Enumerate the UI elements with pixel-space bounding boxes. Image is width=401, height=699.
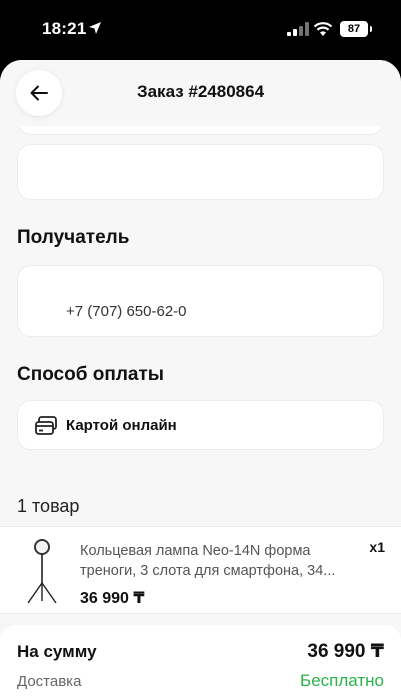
location-arrow-icon [89, 22, 101, 34]
header: Заказ #2480864 [0, 60, 401, 126]
recipient-title: Получатель [17, 227, 130, 248]
status-time: 18:21 [42, 19, 87, 38]
battery-indicator: 87 [340, 21, 372, 37]
payment-method-label: Картой онлайн [66, 417, 177, 434]
total-label: На сумму [17, 642, 97, 661]
items-count: 1 товар [17, 496, 80, 516]
page-title: Заказ #2480864 [136, 82, 265, 101]
payment-title: Способ оплаты [17, 364, 164, 385]
delivery-label: Доставка [17, 673, 82, 690]
product-quantity: x1 [369, 539, 385, 555]
payment-method-card[interactable]: Картой онлайн [17, 400, 384, 450]
product-item[interactable]: Кольцевая лампа Neo-14N форма треноги, 3… [0, 526, 401, 614]
order-summary: На сумму 36 990 ₸ Доставка Бесплатно [0, 625, 401, 699]
cellular-signal-icon [287, 22, 309, 36]
product-price: 36 990 ₸ [80, 590, 145, 607]
order-sheet: Получатель +7 (707) 650-62-0 Способ опла… [0, 60, 401, 699]
credit-card-icon [35, 416, 57, 435]
product-name: Кольцевая лампа Neo-14N форма треноги, 3… [80, 543, 336, 579]
wifi-icon [313, 22, 333, 36]
status-bar: 18:21 87 [0, 0, 401, 60]
recipient-card[interactable]: +7 (707) 650-62-0 [17, 265, 384, 337]
comment-card[interactable] [17, 144, 384, 200]
ring-lamp-image [27, 539, 57, 604]
total-value: 36 990 ₸ [307, 641, 384, 662]
delivery-value: Бесплатно [300, 671, 384, 690]
recipient-phone: +7 (707) 650-62-0 [66, 303, 187, 320]
